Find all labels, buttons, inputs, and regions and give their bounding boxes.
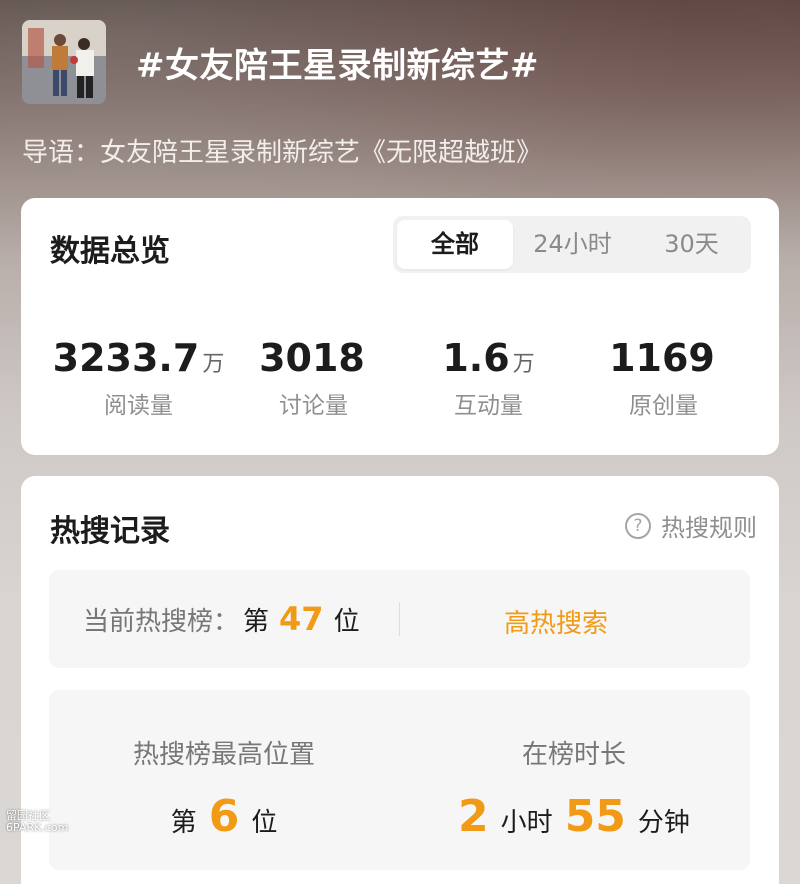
duration-hours: 2 [458, 791, 489, 842]
stat-label: 互动量 [454, 393, 523, 419]
topic-header: #女友陪王星录制新综艺# [22, 20, 539, 104]
duration-label: 在榜时长 [521, 740, 626, 770]
divider [399, 602, 400, 636]
stat-value: 3018 [259, 336, 365, 380]
peak-rank: 热搜榜最高位置 第 6 位 [49, 690, 399, 842]
rank-suffix: 位 [333, 607, 360, 637]
high-heat-search-link[interactable]: 高热搜索 [504, 603, 608, 640]
stat-originals: 1169 原创量 [576, 336, 751, 420]
watermark-line2: 6PARK.com [6, 821, 69, 834]
question-mark-icon: ? [625, 512, 651, 539]
stat-label: 阅读量 [104, 393, 173, 419]
overview-stats: 3233.7 万 阅读量 3018 讨论量 1.6 万 互动量 1169 原创量 [21, 336, 779, 420]
peak-suffix: 位 [251, 808, 278, 838]
hot-search-rules-link[interactable]: ? 热搜规则 [625, 508, 757, 543]
topic-intro: 导语：女友陪王星录制新综艺《无限超越班》 [22, 138, 543, 168]
hours-unit: 小时 [500, 808, 553, 838]
stat-value: 1169 [609, 336, 715, 380]
current-rank-label: 当前热搜榜： [83, 607, 240, 637]
hot-search-title: 热搜记录 [50, 514, 170, 549]
hot-search-stats-box: 热搜榜最高位置 第 6 位 在榜时长 2 小时 55 分钟 [49, 690, 750, 870]
stat-unit: 万 [512, 352, 535, 377]
rank-prefix: 第 [243, 607, 270, 637]
tab-24h[interactable]: 24小时 [513, 220, 632, 269]
rules-label: 热搜规则 [661, 514, 757, 542]
overview-title: 数据总览 [50, 234, 170, 269]
current-rank-box: 当前热搜榜： 第 47 位 高热搜索 [49, 570, 750, 668]
stat-discussions: 3018 讨论量 [226, 336, 401, 420]
stat-unit: 万 [202, 352, 225, 377]
tab-all[interactable]: 全部 [397, 220, 513, 269]
peak-rank-label: 热搜榜最高位置 [132, 740, 315, 770]
duration-minutes: 55 [564, 791, 626, 842]
stat-value: 1.6 [442, 336, 510, 380]
data-overview-card: 数据总览 全部 24小时 30天 3233.7 万 阅读量 3018 讨论量 1.… [21, 198, 779, 455]
watermark: 留园社区 6PARK.com [6, 810, 68, 834]
on-list-duration: 在榜时长 2 小时 55 分钟 [399, 690, 749, 842]
stat-interactions: 1.6 万 互动量 [401, 336, 576, 420]
minutes-unit: 分钟 [637, 808, 690, 838]
topic-title: #女友陪王星录制新综艺# [136, 45, 539, 86]
current-rank-value: 47 [279, 600, 324, 638]
thumbnail-image [22, 20, 106, 104]
hot-search-card: 热搜记录 ? 热搜规则 当前热搜榜： 第 47 位 高热搜索 热搜榜最高位置 第… [21, 476, 779, 884]
stat-label: 讨论量 [279, 393, 348, 419]
current-rank: 当前热搜榜： 第 47 位 [83, 570, 360, 668]
peak-prefix: 第 [170, 808, 197, 838]
peak-rank-value: 6 [208, 791, 240, 842]
topic-thumbnail[interactable] [22, 20, 106, 104]
stat-value: 3233.7 [52, 336, 200, 380]
stat-label: 原创量 [629, 393, 698, 419]
time-range-tabs: 全部 24小时 30天 [393, 216, 751, 273]
stat-reads: 3233.7 万 阅读量 [51, 336, 226, 420]
tab-30d[interactable]: 30天 [632, 220, 751, 269]
